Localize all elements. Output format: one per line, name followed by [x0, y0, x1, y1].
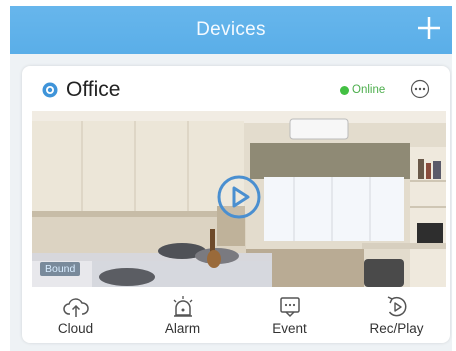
- alarm-label: Alarm: [164, 321, 201, 336]
- status-text: Online: [352, 84, 386, 96]
- online-dot: [340, 85, 349, 95]
- event-icon: [279, 297, 300, 318]
- cloud-label: Cloud: [57, 321, 94, 336]
- cloud-upload-icon: [62, 298, 89, 317]
- cloud-button[interactable]: Cloud: [22, 287, 129, 343]
- device-card-header: Office Online: [22, 66, 450, 110]
- app-header: Devices: [10, 6, 452, 54]
- video-preview[interactable]: Bound: [32, 111, 446, 287]
- more-options-icon[interactable]: [410, 79, 430, 99]
- event-label: Event: [272, 321, 307, 336]
- event-button[interactable]: Event: [236, 287, 343, 343]
- rec-play-label: Rec/Play: [369, 321, 424, 336]
- rec-play-icon: [387, 296, 406, 317]
- alarm-button[interactable]: Alarm: [129, 287, 236, 343]
- device-name: Office: [66, 78, 121, 101]
- status-badge: Online: [340, 84, 385, 96]
- device-toolbar: Cloud Alarm Event Rec/Play: [22, 287, 450, 343]
- alarm-icon: [173, 296, 192, 317]
- plus-icon[interactable]: [414, 13, 444, 43]
- device-card: Office Online Bound Cloud Alarm Event Re…: [22, 66, 450, 343]
- page-title: Devices: [196, 19, 266, 40]
- rec-play-button[interactable]: Rec/Play: [343, 287, 450, 343]
- bound-badge: Bound: [40, 262, 81, 276]
- camera-icon: [42, 82, 58, 98]
- play-icon[interactable]: [216, 174, 262, 220]
